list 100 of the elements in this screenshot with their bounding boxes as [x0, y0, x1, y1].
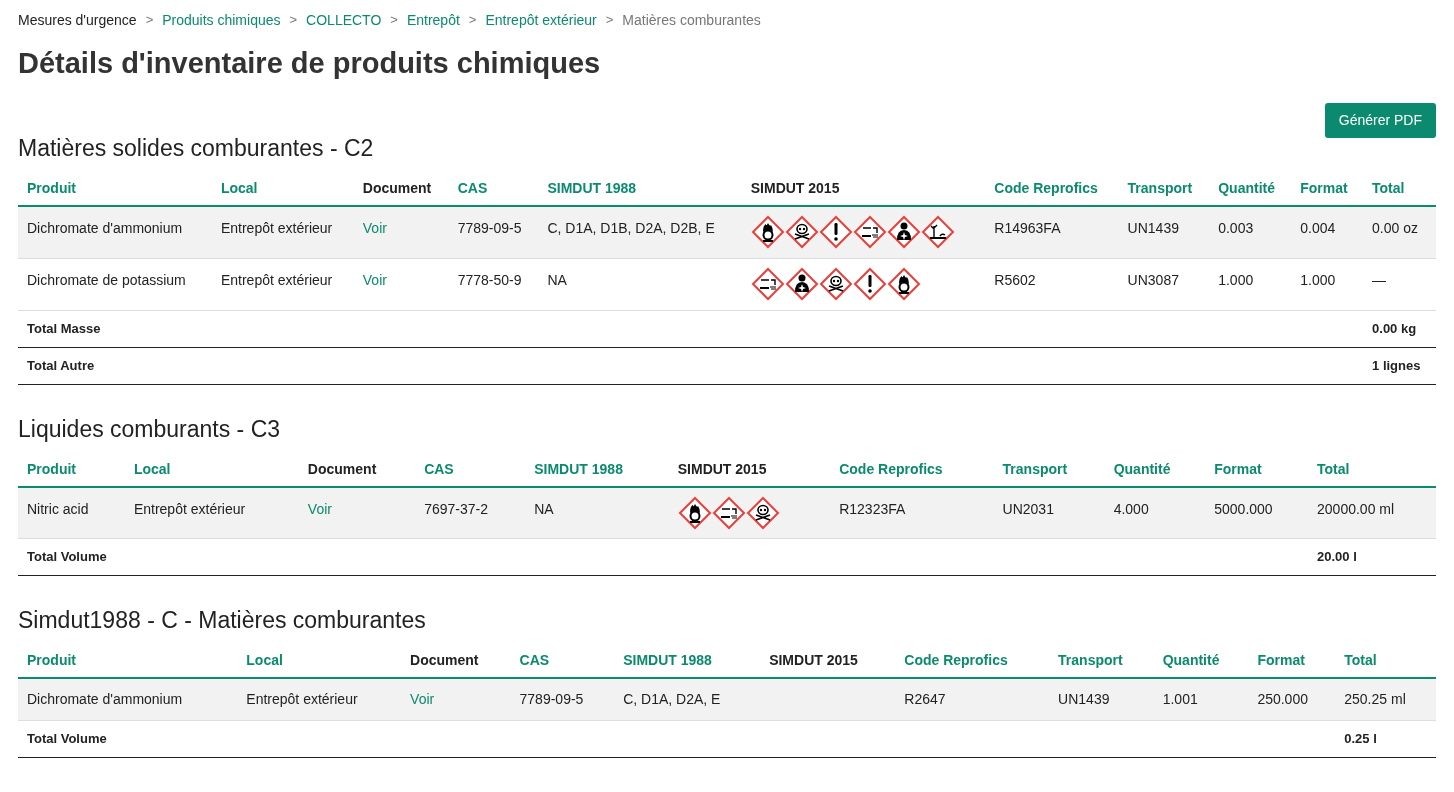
sortable-column-header[interactable]: Format	[1300, 180, 1348, 196]
table-cell: Dichromate d'ammonium	[27, 691, 183, 707]
sortable-column-header[interactable]: Code Reprofics	[994, 180, 1098, 196]
table-cell: 7697-37-2	[424, 500, 488, 517]
sortable-column-header[interactable]: Total	[1317, 460, 1350, 477]
breadcrumb-link[interactable]: Entrepôt extérieur	[485, 9, 597, 31]
health-hazard-icon	[886, 215, 921, 249]
sortable-column-header[interactable]: SIMDUT 1988	[534, 460, 623, 477]
table-cell: UN1439	[1058, 691, 1110, 707]
breadcrumb-separator: >	[289, 11, 298, 30]
sortable-column-header[interactable]: SIMDUT 1988	[623, 652, 712, 668]
table-cell: C, D1A, D1B, D2A, D2B, E	[547, 220, 715, 236]
table-cell: Entrepôt extérieur	[220, 271, 333, 288]
sortable-column-header[interactable]: Total	[1344, 652, 1377, 668]
total-label: Total Autre	[27, 357, 95, 373]
health-hazard-icon	[784, 266, 819, 301]
table-cell: R2647	[904, 691, 946, 707]
sortable-column-header[interactable]: Quantité	[1218, 180, 1275, 196]
exclamation-icon	[852, 266, 887, 301]
sortable-column-header[interactable]: Local	[133, 460, 171, 477]
exclamation-icon	[818, 215, 853, 249]
section-title: Liquides comburants - C3	[18, 414, 281, 443]
table-cell: Entrepôt extérieur	[246, 691, 358, 707]
table-cell: 250.000	[1257, 691, 1308, 707]
table-cell: 0.00 oz	[1372, 220, 1418, 236]
table-cell: 1.000	[1300, 271, 1336, 288]
breadcrumb-link[interactable]: Produits chimiques	[162, 9, 281, 31]
table-cell: 0.004	[1300, 220, 1336, 236]
total-value: 20.00 l	[1317, 549, 1357, 565]
breadcrumb-link[interactable]: Entrepôt	[406, 9, 460, 31]
sortable-column-header[interactable]: SIMDUT 1988	[547, 180, 637, 196]
table-cell: 7778-50-9	[457, 271, 522, 288]
sortable-column-header[interactable]: CAS	[424, 460, 454, 477]
section-title: Matières solides comburantes - C2	[18, 134, 374, 162]
sortable-column-header[interactable]: Total	[1372, 180, 1405, 196]
breadcrumb-separator: >	[468, 11, 477, 30]
environment-icon	[920, 215, 955, 249]
sortable-column-header[interactable]: CAS	[457, 180, 488, 196]
table-cell: UN1439	[1127, 220, 1179, 236]
table-cell: 1.001	[1162, 691, 1198, 707]
sortable-column-header[interactable]: Local	[246, 652, 283, 668]
table-cell: Dichromate de potassium	[27, 271, 186, 288]
sortable-column-header[interactable]: Format	[1257, 652, 1305, 668]
sortable-column-header[interactable]: Code Reprofics	[904, 652, 1008, 668]
breadcrumb-separator: >	[605, 11, 614, 30]
table-cell: 7789-09-5	[457, 220, 522, 236]
table-cell: Entrepôt extérieur	[133, 500, 246, 517]
sortable-column-header[interactable]: Code Reprofics	[839, 460, 943, 477]
document-link[interactable]: Voir	[362, 271, 387, 288]
skull-crossbones-icon	[745, 495, 780, 530]
table-cell: 1.000	[1218, 271, 1254, 288]
sortable-column-header[interactable]: Local	[220, 180, 258, 196]
breadcrumb-link[interactable]: Mesures d'urgence	[18, 9, 137, 31]
column-header: Document	[410, 652, 479, 668]
corrosion-icon	[750, 266, 785, 301]
total-label: Total Volume	[27, 549, 107, 565]
table-cell: C, D1A, D2A, E	[623, 691, 721, 707]
column-header: SIMDUT 2015	[750, 180, 840, 196]
breadcrumb-link[interactable]: COLLECTO	[306, 9, 382, 31]
table-cell: 7789-09-5	[519, 691, 584, 707]
table-cell: —	[1372, 271, 1387, 288]
generate-pdf-button[interactable]: Générer PDF	[1324, 103, 1436, 138]
table-cell: 4.000	[1113, 500, 1149, 517]
table-cell: Entrepôt extérieur	[220, 220, 333, 236]
sortable-column-header[interactable]: CAS	[519, 652, 550, 668]
document-link[interactable]: Voir	[410, 691, 435, 707]
table-cell: R5602	[994, 271, 1036, 288]
document-link[interactable]: Voir	[362, 220, 387, 236]
total-value: 0.25 l	[1344, 731, 1377, 747]
table-cell: 5000.000	[1214, 500, 1273, 517]
sortable-column-header[interactable]: Produit	[27, 460, 76, 477]
total-value: 1 lignes	[1372, 357, 1421, 373]
table-cell: Dichromate d'ammonium	[27, 220, 183, 236]
column-header: SIMDUT 2015	[677, 460, 767, 477]
table-cell: 20000.00 ml	[1317, 500, 1395, 517]
sortable-column-header[interactable]: Transport	[1002, 460, 1068, 477]
total-label: Total Masse	[27, 320, 101, 336]
total-value: 0.00 kg	[1372, 320, 1417, 336]
column-header: Document	[362, 180, 432, 196]
breadcrumb-separator: >	[390, 11, 398, 30]
sortable-column-header[interactable]: Format	[1214, 460, 1262, 477]
table-cell: R14963FA	[994, 220, 1061, 236]
column-header: SIMDUT 2015	[769, 652, 858, 668]
section-title: Simdut1988 - C - Matières comburantes	[18, 606, 426, 634]
sortable-column-header[interactable]: Produit	[27, 652, 76, 668]
skull-crossbones-icon	[784, 215, 819, 249]
sortable-column-header[interactable]: Produit	[27, 180, 76, 196]
skull-crossbones-icon	[818, 266, 853, 301]
page-title: Détails d'inventaire de produits chimiques	[18, 46, 601, 81]
document-link[interactable]: Voir	[307, 500, 332, 517]
corrosion-icon	[852, 215, 887, 249]
total-label: Total Volume	[27, 731, 107, 747]
table-cell: UN3087	[1127, 271, 1179, 288]
sortable-column-header[interactable]: Transport	[1058, 652, 1123, 668]
breadcrumb-current: Matières comburantes	[622, 10, 761, 30]
sortable-column-header[interactable]: Quantité	[1162, 652, 1220, 668]
sortable-column-header[interactable]: Quantité	[1113, 460, 1171, 477]
table-cell: Nitric acid	[27, 500, 89, 517]
table-cell: NA	[547, 271, 567, 288]
sortable-column-header[interactable]: Transport	[1127, 180, 1193, 196]
